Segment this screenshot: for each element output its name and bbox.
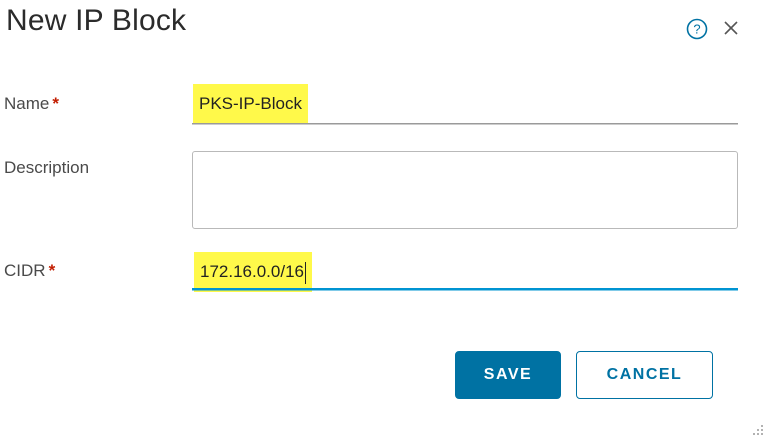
cidr-input-value: 172.16.0.0/16 (200, 262, 304, 281)
description-textarea[interactable] (192, 151, 738, 229)
cidr-input[interactable]: 172.16.0.0/16 (194, 252, 312, 292)
cidr-input-underline (192, 288, 738, 291)
cidr-label: CIDR * (4, 261, 55, 281)
name-input-underline (192, 123, 738, 125)
save-button[interactable]: SAVE (455, 351, 561, 399)
name-input-value: PKS-IP-Block (199, 94, 302, 113)
help-circle-icon[interactable]: ? (686, 18, 708, 40)
cidr-required-mark: * (48, 261, 56, 280)
dialog-title: New IP Block (6, 4, 187, 37)
name-label: Name * (4, 94, 59, 114)
resize-handle-icon[interactable] (752, 424, 764, 436)
name-input[interactable]: PKS-IP-Block (193, 84, 308, 124)
text-caret (304, 261, 306, 284)
name-required-mark: * (52, 94, 59, 113)
description-label-text: Description (4, 158, 90, 177)
description-label: Description (4, 158, 89, 178)
cidr-label-text: CIDR (4, 261, 46, 280)
name-label-text: Name (4, 94, 50, 113)
svg-text:?: ? (693, 22, 700, 37)
cancel-button[interactable]: CANCEL (576, 351, 713, 399)
close-icon[interactable] (722, 19, 740, 37)
new-ip-block-dialog: New IP Block ? Name * PKS-IP-Block Descri… (0, 0, 768, 440)
